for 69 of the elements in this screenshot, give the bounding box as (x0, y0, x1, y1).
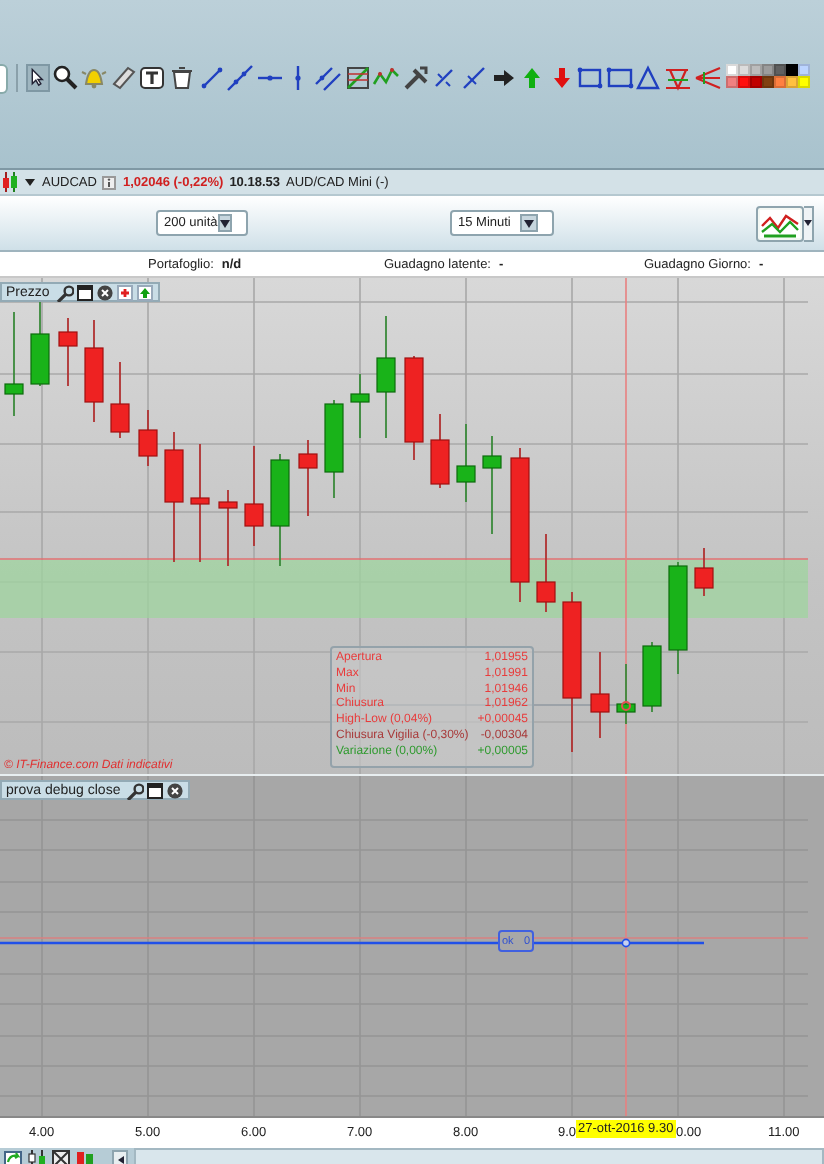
candle (404, 355, 424, 461)
caret-button[interactable] (804, 205, 814, 241)
window-icon[interactable] (75, 283, 94, 301)
candle (190, 443, 210, 563)
trash-icon[interactable] (167, 64, 196, 92)
tools-icon[interactable] (401, 64, 430, 92)
candle (58, 317, 78, 387)
candle (456, 423, 476, 503)
scroll-left-button[interactable] (112, 1150, 128, 1164)
info-icon[interactable] (102, 175, 117, 189)
pitchfork-icon[interactable] (664, 64, 693, 92)
channel-icon[interactable] (313, 64, 342, 92)
fan-icon[interactable] (693, 64, 722, 92)
candle (668, 561, 688, 675)
candle (642, 641, 662, 713)
candle (138, 409, 158, 467)
line-icon[interactable] (197, 64, 226, 92)
line-icon[interactable] (459, 64, 488, 92)
candle (324, 399, 344, 499)
candle (4, 311, 24, 417)
candle (376, 315, 396, 439)
color-swatch[interactable] (725, 64, 738, 76)
caret-icon (804, 220, 812, 226)
up-arrow-icon[interactable] (135, 283, 154, 301)
grid-icon[interactable] (52, 1150, 70, 1164)
pointer-icon[interactable] (28, 64, 48, 92)
line-icon[interactable] (226, 64, 255, 92)
right-arrow-icon[interactable] (489, 64, 517, 92)
candle (536, 533, 556, 613)
candle (110, 361, 130, 439)
text-icon[interactable] (138, 64, 167, 92)
caret-icon[interactable] (524, 219, 534, 227)
add-icon[interactable] (115, 283, 134, 301)
candle (84, 319, 104, 423)
candle (270, 453, 290, 567)
candlestick-icon[interactable] (2, 172, 18, 192)
caret-icon[interactable] (24, 176, 36, 188)
cursor-point (621, 938, 631, 948)
chart-type-button[interactable] (756, 205, 804, 241)
line-icon[interactable] (430, 64, 459, 92)
candle (616, 663, 636, 725)
grid-icon[interactable] (343, 64, 372, 92)
candle (694, 547, 714, 597)
color-swatch[interactable] (725, 76, 738, 88)
candle (590, 651, 610, 739)
close-icon[interactable] (95, 283, 114, 301)
window-icon[interactable] (146, 781, 165, 799)
bar-chart-icon[interactable] (76, 1150, 94, 1164)
candlestick-icon[interactable] (28, 1150, 46, 1164)
caret-icon (117, 1155, 123, 1163)
candle (164, 431, 184, 563)
candle (30, 301, 50, 387)
rectangle-icon[interactable] (576, 64, 605, 92)
triangle-icon[interactable] (634, 64, 663, 92)
ruler-icon[interactable] (109, 64, 138, 92)
caret-icon[interactable] (219, 219, 230, 227)
chart-icon (760, 209, 800, 237)
search-icon[interactable] (51, 64, 80, 92)
rectangle-icon[interactable] (605, 64, 634, 92)
refresh-icon[interactable] (4, 1150, 22, 1164)
cursor-point (621, 701, 631, 711)
candle (218, 489, 238, 567)
candle (244, 445, 264, 547)
close-icon[interactable] (166, 781, 185, 799)
toolbar-field[interactable] (0, 64, 8, 94)
candle (430, 413, 450, 489)
candle (350, 373, 370, 439)
candle (298, 439, 318, 517)
candle (482, 435, 502, 535)
